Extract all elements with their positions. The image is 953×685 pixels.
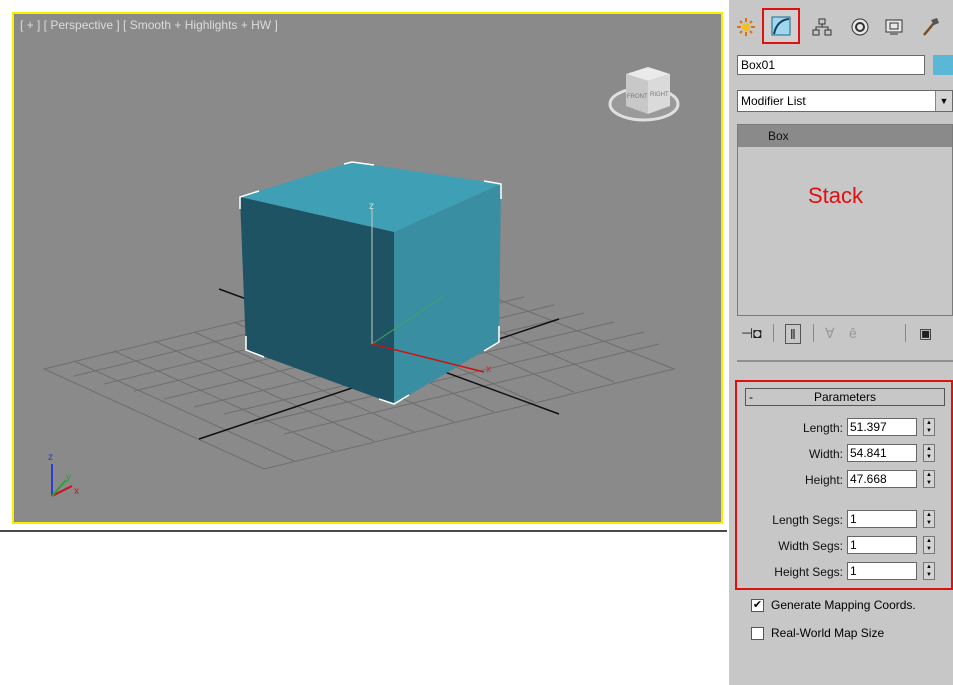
tab-modify[interactable]	[762, 8, 800, 44]
width-field[interactable]: 54.841	[847, 444, 917, 462]
stack-annotation: Stack	[808, 183, 864, 208]
viewcube[interactable]: FRONT RIGHT	[608, 67, 680, 122]
collapse-icon: -	[749, 390, 753, 404]
parameters-rollout-header[interactable]: - Parameters	[745, 388, 945, 406]
height-spinner[interactable]: ▲ ▼	[923, 470, 935, 488]
panel-divider	[737, 360, 953, 362]
viewport-scene[interactable]: z x FRONT RIGHT z y x	[14, 14, 723, 524]
height-field[interactable]: 47.668	[847, 470, 917, 488]
pin-stack-icon[interactable]: ⊣◘	[741, 324, 762, 342]
command-panel: Box01 Modifier List ▼ Box Stack ⊣◘ ‖ ∀ ȇ…	[729, 0, 953, 685]
modifier-stack[interactable]: Box Stack	[737, 124, 953, 316]
width-segs-spinner[interactable]: ▲ ▼	[923, 536, 935, 554]
viewcube-right-label: RIGHT	[650, 92, 669, 98]
parameters-title: Parameters	[813, 390, 877, 404]
param-width-segs-label: Width Segs:	[778, 539, 843, 553]
generate-mapping-coords-label: Generate Mapping Coords.	[771, 598, 916, 612]
world-axis-tripod: z y x	[48, 452, 79, 497]
gizmo-x-label: x	[486, 364, 491, 375]
tab-create[interactable]	[731, 12, 761, 42]
viewport-frame[interactable]: z x FRONT RIGHT z y x [ + ] [ Perspectiv	[12, 12, 723, 524]
tab-utilities[interactable]	[915, 12, 945, 42]
param-length: Length: 51.397 ▲ ▼	[737, 418, 953, 438]
stack-toolbar: ⊣◘ ‖ ∀ ȇ ▣	[729, 318, 953, 348]
tripod-x-label: x	[74, 486, 79, 497]
param-height-segs: Height Segs: 1 ▲ ▼	[737, 562, 953, 582]
show-end-result-icon[interactable]: ‖	[785, 324, 801, 344]
tripod-y-label: y	[66, 472, 71, 483]
parameters-rollout: - Parameters Length: 51.397 ▲ ▼ Width: 54…	[735, 380, 953, 590]
param-length-label: Length:	[802, 421, 843, 435]
make-unique-icon[interactable]: ∀	[825, 324, 835, 342]
stack-item-box[interactable]: Box	[738, 125, 952, 147]
display-icon	[885, 19, 903, 35]
configure-modifier-sets-icon[interactable]: ▣	[919, 324, 932, 342]
param-height-label: Height:	[804, 473, 843, 487]
chevron-down-icon[interactable]: ▼	[935, 91, 952, 111]
box-front-face	[240, 197, 394, 404]
length-field[interactable]: 51.397	[847, 418, 917, 436]
hammer-icon	[923, 18, 939, 36]
checkbox-unchecked-icon[interactable]	[751, 627, 764, 640]
param-width-segs: Width Segs: 1 ▲ ▼	[737, 536, 953, 556]
tab-motion[interactable]	[845, 12, 875, 42]
length-segs-spinner[interactable]: ▲ ▼	[923, 510, 935, 528]
param-length-segs: Length Segs: 1 ▲ ▼	[737, 510, 953, 530]
viewport-label[interactable]: [ + ] [ Perspective ] [ Smooth + Highlig…	[20, 18, 278, 32]
width-spinner[interactable]: ▲ ▼	[923, 444, 935, 462]
tab-display[interactable]	[879, 12, 909, 42]
curve-modify-icon	[771, 16, 791, 36]
hierarchy-icon	[812, 18, 832, 36]
motion-icon	[851, 18, 869, 36]
sun-star-icon	[737, 18, 755, 36]
perspective-viewport[interactable]: z x FRONT RIGHT z y x [ + ] [ Perspectiv	[0, 0, 727, 528]
real-world-map-size-label: Real-World Map Size	[771, 626, 885, 640]
param-height: Height: 47.668 ▲ ▼	[737, 470, 953, 490]
param-height-segs-label: Height Segs:	[774, 565, 843, 579]
gizmo-z-label: z	[369, 201, 374, 212]
viewcube-front-label: FRONT	[627, 94, 648, 100]
param-length-segs-label: Length Segs:	[772, 513, 843, 527]
tripod-z-label: z	[48, 452, 53, 463]
tab-hierarchy[interactable]	[807, 12, 837, 42]
remove-modifier-icon[interactable]: ȇ	[849, 324, 857, 342]
length-segs-field[interactable]: 1	[847, 510, 917, 528]
height-segs-spinner[interactable]: ▲ ▼	[923, 562, 935, 580]
viewport-divider	[0, 530, 727, 532]
height-segs-field[interactable]: 1	[847, 562, 917, 580]
width-segs-field[interactable]: 1	[847, 536, 917, 554]
modifier-list-label: Modifier List	[741, 94, 806, 108]
object-color-swatch[interactable]	[933, 55, 953, 75]
param-width: Width: 54.841 ▲ ▼	[737, 444, 953, 464]
length-spinner[interactable]: ▲ ▼	[923, 418, 935, 436]
modifier-list-dropdown[interactable]: Modifier List ▼	[737, 90, 953, 112]
object-name-field[interactable]: Box01	[737, 55, 925, 75]
param-width-label: Width:	[808, 447, 843, 461]
checkbox-checked-icon[interactable]: ✔	[751, 599, 764, 612]
